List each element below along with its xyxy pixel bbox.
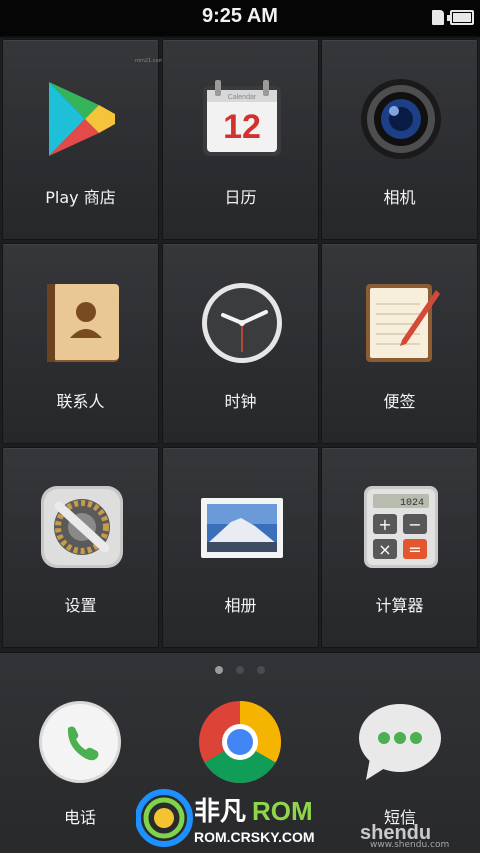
- app-label: 时钟: [224, 392, 257, 411]
- page-indicator: [0, 659, 480, 678]
- app-label: 相册: [224, 596, 257, 615]
- page-dot[interactable]: [257, 666, 266, 674]
- app-tile-clock[interactable]: 时钟: [162, 243, 319, 444]
- svg-text:非凡: 非凡: [194, 797, 246, 827]
- contacts-book-icon: [47, 284, 119, 362]
- app-label: 相机: [383, 188, 416, 207]
- calculator-display-text: 1024: [400, 498, 424, 509]
- app-label: Play 商店: [45, 188, 116, 207]
- app-label: 计算器: [375, 596, 424, 615]
- google-play-icon: [49, 82, 115, 156]
- app-label: 联系人: [56, 392, 105, 411]
- app-grid: rom21.com Play 商店 Calendar 12 日历 相机 联系人 …: [0, 38, 480, 650]
- app-tile-settings[interactable]: 设置: [2, 447, 159, 648]
- app-label: 日历: [224, 188, 257, 207]
- battery-icon: [447, 10, 474, 25]
- svg-text:=: =: [408, 540, 421, 559]
- notepad-icon: [366, 284, 440, 362]
- app-label: 便签: [383, 392, 416, 411]
- svg-text:+: +: [378, 515, 391, 534]
- app-tile-play-store[interactable]: rom21.com Play 商店: [2, 39, 164, 240]
- calendar-icon: Calendar 12: [203, 80, 281, 156]
- phone-icon: [39, 701, 121, 783]
- dock-item-phone[interactable]: 电话: [20, 700, 140, 840]
- page-dot-active[interactable]: [214, 666, 223, 674]
- status-time: 9:25 AM: [202, 5, 278, 27]
- app-tile-calculator[interactable]: 1024 + − × = 计算器: [321, 447, 478, 648]
- dock-item-messages[interactable]: 短信: [340, 700, 460, 840]
- dock-label: 电话: [63, 808, 96, 827]
- crsky-rom-watermark-logo: 非凡 ROM ROM.CRSKY.COM: [136, 789, 315, 847]
- app-tile-gallery[interactable]: 相册: [162, 447, 319, 648]
- svg-text:ROM.CRSKY.COM: ROM.CRSKY.COM: [194, 829, 315, 845]
- app-tile-contacts[interactable]: 联系人: [2, 243, 159, 444]
- calendar-day-text: 12: [223, 108, 261, 146]
- calendar-header-text: Calendar: [228, 94, 257, 101]
- chrome-icon: [199, 701, 281, 783]
- app-tile-camera[interactable]: 相机: [321, 39, 478, 240]
- rom-tiny-text: rom21.com: [135, 58, 164, 64]
- status-bar: 9:25 AM: [0, 0, 480, 36]
- app-tile-notes[interactable]: 便签: [321, 243, 478, 444]
- page-dot[interactable]: [236, 666, 244, 674]
- svg-text:−: −: [408, 515, 421, 534]
- messages-icon: [359, 704, 441, 780]
- gallery-icon: [201, 498, 283, 558]
- app-label: 设置: [64, 596, 97, 615]
- shendu-site-watermark: www.shendu.com: [370, 840, 450, 850]
- settings-gear-icon: [41, 486, 123, 568]
- calculator-icon: 1024 + − × =: [364, 486, 438, 568]
- svg-text:ROM: ROM: [252, 796, 313, 826]
- sd-card-icon: [432, 10, 444, 25]
- camera-icon: [361, 79, 441, 159]
- clock-icon: [202, 283, 282, 363]
- svg-text:×: ×: [378, 540, 391, 559]
- app-tile-calendar[interactable]: Calendar 12 日历: [162, 39, 319, 240]
